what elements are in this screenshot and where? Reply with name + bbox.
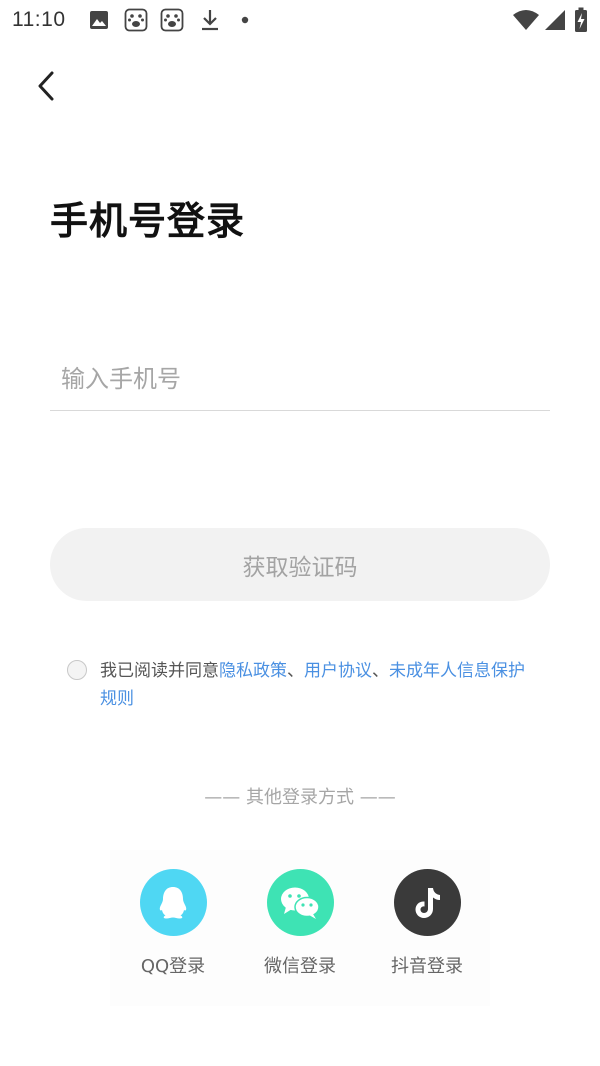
douyin-login-button[interactable]: 抖音登录 [362,869,492,978]
status-bar: 11:10 [0,0,600,42]
chevron-left-icon [38,71,54,101]
signal-icon [545,10,565,30]
douyin-login-label: 抖音登录 [391,956,463,977]
agreement-checkbox[interactable] [67,660,87,680]
agreement-prefix: 我已阅读并同意 [100,661,219,681]
status-time: 11:10 [12,8,66,31]
page-title: 手机号登录 [50,199,246,243]
get-code-button[interactable]: 获取验证码 [50,528,550,601]
agreement-separator: 、 [287,661,304,681]
battery-charging-icon [575,7,587,32]
tiktok-icon [415,887,440,918]
qq-login-label: QQ登录 [140,956,206,977]
more-notifications-dot-icon [241,16,249,24]
image-notification-icon [90,11,108,29]
wechat-icon [281,887,320,919]
wechat-login-button[interactable]: 微信登录 [235,869,365,978]
qq-login-button[interactable]: QQ登录 [108,869,238,978]
phone-input[interactable] [50,350,550,408]
download-icon [202,10,218,31]
baidu-notification-icon [124,8,148,32]
get-code-label: 获取验证码 [242,554,358,581]
douyin-login-circle[interactable] [393,869,461,936]
other-login-divider: —— 其他登录方式 —— [204,787,396,808]
privacy-policy-link[interactable]: 隐私政策 [219,661,287,681]
agreement-text: 我已阅读并同意隐私政策、用户协议、未成年人信息保护规则 [100,657,540,713]
wifi-icon [513,10,539,30]
baidu-notification-icon-2 [160,8,184,32]
wechat-login-label: 微信登录 [264,956,336,977]
wechat-login-circle[interactable] [266,869,334,936]
agreement-separator: 、 [372,661,389,681]
back-button[interactable] [28,66,66,106]
qq-icon [159,886,187,918]
user-agreement-link[interactable]: 用户协议 [304,661,372,681]
phone-field [50,350,550,411]
qq-login-circle[interactable] [139,869,207,936]
